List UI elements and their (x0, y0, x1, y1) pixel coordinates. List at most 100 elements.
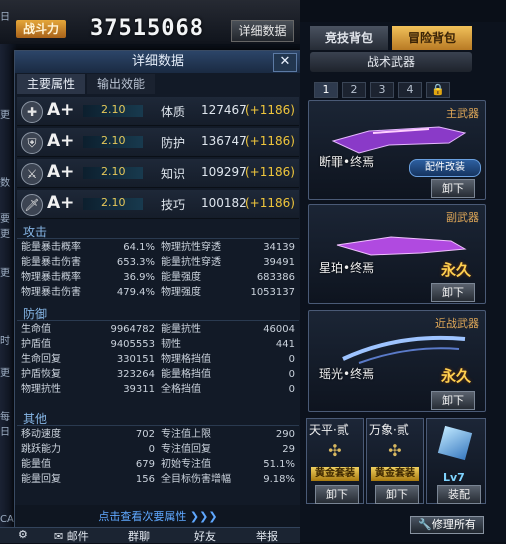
gold-set-badge: 黄金套装 (371, 467, 419, 481)
equipment-name: 万象·贰 (369, 423, 409, 437)
gear-icon[interactable]: ⚙ (18, 528, 28, 541)
stat-value: 679 (135, 459, 155, 470)
stat-value: 323264 (116, 369, 155, 380)
page-tab-4[interactable]: 4 (398, 82, 422, 98)
section-divider (17, 425, 299, 426)
stat-row: 护盾值 9405553 韧性 441 (21, 337, 297, 352)
tab-main-attributes[interactable]: 主要属性 (17, 74, 85, 94)
repair-all-button[interactable]: 🔧修理所有 (410, 516, 484, 534)
stat-value: 156 (135, 474, 155, 485)
unequip-button[interactable]: 卸下 (375, 485, 419, 504)
stat-label: 生命回复 (21, 354, 61, 365)
weapon-card-secondary[interactable]: 副武器 星珀•终焉 永久 卸下 (308, 204, 486, 304)
stat-value: 64.1% (123, 242, 155, 253)
weapon-name: 断罪•终焉 (319, 155, 375, 169)
stat-label: 韧性 (161, 339, 181, 350)
stat-row: 能量暴击概率 64.1% 物理抗性穿透 34139 (21, 240, 297, 255)
attribute-row: ⚔ A+ 2.10 知识 109297 (+1186) (17, 159, 299, 188)
tab-output-efficiency[interactable]: 输出效能 (87, 74, 155, 94)
unequip-button[interactable]: 卸下 (431, 391, 475, 410)
stat-value: 9405553 (110, 339, 155, 350)
section-divider (17, 238, 299, 239)
page-tab-3[interactable]: 3 (370, 82, 394, 98)
unequip-button[interactable]: 卸下 (431, 179, 475, 198)
secondary-attributes-link[interactable]: 点击查看次要属性 ❯❯❯ (15, 505, 301, 529)
stat-value: 0 (288, 369, 295, 380)
stat-value: 1053137 (250, 287, 295, 298)
gold-set-badge: 黄金套装 (311, 467, 359, 481)
stat-value: 39491 (263, 257, 295, 268)
stat-label: 护盾恢复 (21, 369, 61, 380)
stat-label: 能量抗性穿透 (161, 257, 221, 268)
page-tab-1[interactable]: 1 (314, 82, 338, 98)
stat-value: 0 (288, 384, 295, 395)
sword-knowledge-icon: ⚔ (21, 163, 43, 185)
attribute-name: 防护 (161, 136, 186, 150)
stat-label: 能量抗性 (161, 324, 201, 335)
stat-label: 生命值 (21, 324, 51, 335)
equipment-slot[interactable]: 天平·贰 ✣ 黄金套装 卸下 (306, 418, 364, 504)
attribute-value: 127467 (201, 103, 247, 117)
stat-value: 330151 (116, 354, 155, 365)
attribute-multiplier: 2.10 (101, 103, 126, 116)
stat-label: 物理抗性穿透 (161, 242, 221, 253)
stat-value: 9.18% (263, 474, 295, 485)
detail-data-panel: 详细数据 ✕ 主要属性 输出效能 ✚ A+ 2.10 体质 127467 (+1… (14, 50, 302, 532)
tab-adventure-bag[interactable]: 冒险背包 (392, 26, 472, 50)
tab-competitive-bag[interactable]: 竞技背包 (310, 26, 388, 50)
lock-icon: 🔒 (426, 82, 450, 98)
stat-row: 物理暴击伤害 479.4% 物理强度 1053137 (21, 285, 297, 300)
unequip-button[interactable]: 卸下 (315, 485, 359, 504)
weapon-slot-label: 副武器 (446, 211, 479, 224)
stat-label: 能量暴击伤害 (21, 257, 81, 268)
attribute-row: ✚ A+ 2.10 体质 127467 (+1186) (17, 97, 299, 126)
tactical-weapons-header[interactable]: 战术武器 (310, 52, 472, 72)
stat-row: 生命回复 330151 物理格挡值 0 (21, 352, 297, 367)
attribute-name: 体质 (161, 105, 186, 119)
attribute-value: 100182 (201, 196, 247, 210)
attribute-bonus: (+1186) (245, 134, 295, 148)
ornament-icon: ✣ (388, 441, 402, 460)
weapon-card-melee[interactable]: 近战武器 瑶光•终焉 永久 卸下 (308, 310, 486, 412)
page-tab-2[interactable]: 2 (342, 82, 366, 98)
stat-label: 物理暴击概率 (21, 272, 81, 283)
attribute-value: 109297 (201, 165, 247, 179)
stat-row: 生命值 9964782 能量抗性 46004 (21, 322, 297, 337)
stat-value: 46004 (263, 324, 295, 335)
unequip-button[interactable]: 卸下 (431, 283, 475, 302)
stat-label: 移动速度 (21, 429, 61, 440)
stat-value: 9964782 (110, 324, 155, 335)
permanent-label: 永久 (441, 367, 472, 385)
other-stats: 移动速度 702 专注值上限 290 跳跃能力 0 专注值回复 29 能量值 679 初始专注值 51… (21, 427, 297, 487)
section-divider (17, 320, 299, 321)
stat-row: 能量暴击伤害 653.3% 能量抗性穿透 39491 (21, 255, 297, 270)
attribute-value: 136747 (201, 134, 247, 148)
stat-label: 护盾值 (21, 339, 51, 350)
stat-value: 653.3% (116, 257, 155, 268)
detail-data-button[interactable]: 详细数据 (231, 20, 294, 42)
stat-label: 专注值上限 (161, 429, 211, 440)
equipment-slot[interactable]: 万象·贰 ✣ 黄金套装 卸下 (366, 418, 424, 504)
weapon-name: 瑶光•终焉 (319, 367, 375, 381)
stat-label: 能量强度 (161, 272, 201, 283)
weapon-card-main[interactable]: 主武器 断罪•终焉 配件改装 卸下 (308, 100, 486, 200)
equip-button[interactable]: 装配 (437, 485, 481, 504)
weapon-name: 星珀•终焉 (319, 261, 375, 275)
stat-value: 702 (135, 429, 155, 440)
close-icon[interactable]: ✕ (273, 53, 297, 72)
stat-value: 290 (275, 429, 295, 440)
attribute-grade: A+ (47, 131, 75, 151)
ornament-icon: ✣ (328, 441, 342, 460)
stat-value: 34139 (263, 242, 295, 253)
stat-row: 物理暴击概率 36.9% 能量强度 683386 (21, 270, 297, 285)
stat-value: 51.1% (263, 459, 295, 470)
attachment-mod-button[interactable]: 配件改装 (409, 159, 481, 177)
stat-label: 物理抗性 (21, 384, 61, 395)
top-bar: 战斗力 37515068 详细数据 (0, 0, 300, 44)
equipment-slot[interactable]: Lv7 装配 (426, 418, 486, 504)
stat-label: 能量值 (21, 459, 51, 470)
stat-value: 683386 (256, 272, 295, 283)
stat-label: 物理强度 (161, 287, 201, 298)
equipment-name: 天平·贰 (309, 423, 349, 437)
defense-stats: 生命值 9964782 能量抗性 46004 护盾值 9405553 韧性 441 生命回复 33… (21, 322, 297, 397)
